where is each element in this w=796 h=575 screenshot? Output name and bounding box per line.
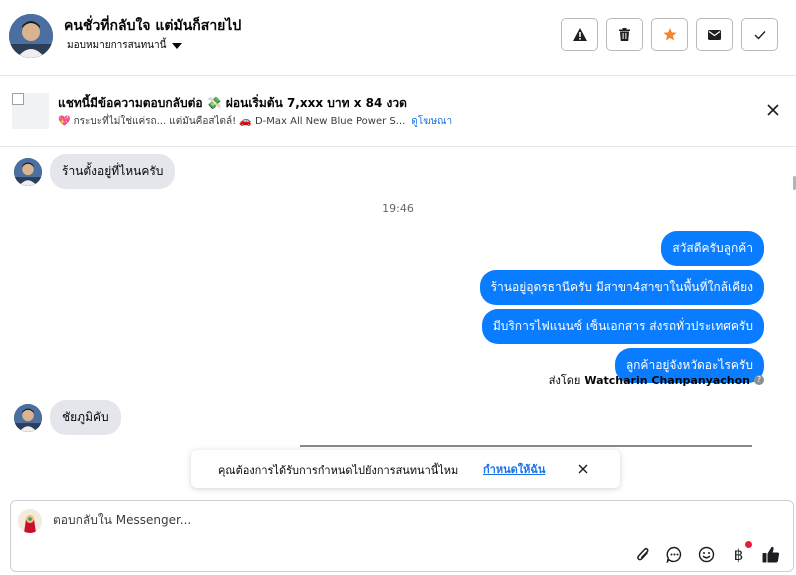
assign-dropdown[interactable]: มอบหมายการสนทนานี้ xyxy=(67,38,183,53)
message-thread: ร้านตั้งอยู่ที่ไหนครับ 19:46 สวัสดีครับล… xyxy=(0,148,796,493)
sent-by-prefix: ส่งโดย xyxy=(548,374,581,387)
ad-thumbnail[interactable] xyxy=(12,93,49,129)
incoming-message-row: ร้านตั้งอยู่ที่ไหนครับ xyxy=(14,154,176,189)
message-timestamp: 19:46 xyxy=(382,202,414,215)
outgoing-message[interactable]: มีบริการไฟแนนซ์ เซ็นเอกสาร ส่งรถทั่วประเ… xyxy=(481,309,764,344)
view-ad-link[interactable]: ดูโฆษณา xyxy=(411,116,452,127)
spam-button[interactable] xyxy=(561,18,598,51)
customer-avatar-small xyxy=(14,157,42,186)
reply-composer: ฿ xyxy=(10,500,794,572)
check-icon xyxy=(754,30,766,40)
ad-subtitle-text: 💖 กระบะที่ไม่ใช่แค่รถ... แต่มันคือสไตล์!… xyxy=(58,116,406,127)
ad-banner: แชทนี้มีข้อความตอบกลับต่อ 💸 ผ่อนเริ่มต้น… xyxy=(0,77,796,147)
attach-icon xyxy=(636,547,648,561)
assign-prompt-toast: คุณต้องการได้รับการกำหนดไปยังการสนทนานี้… xyxy=(191,450,620,488)
close-icon[interactable] xyxy=(577,463,589,475)
ad-title: แชทนี้มีข้อความตอบกลับต่อ 💸 ผ่อนเริ่มต้น… xyxy=(58,96,407,110)
close-icon[interactable] xyxy=(766,103,780,117)
sender-name: Watcharin Chanpanyachon xyxy=(584,373,750,387)
trash-icon xyxy=(619,28,630,41)
star-button[interactable] xyxy=(651,18,688,51)
caret-down-icon xyxy=(172,42,183,49)
delete-button[interactable] xyxy=(606,18,643,51)
mark-done-button[interactable] xyxy=(741,18,778,51)
conversation-title: คนชั่วที่กลับใจ แต่มันก็สายไป xyxy=(64,18,242,34)
outgoing-message[interactable]: สวัสดีครับลูกค้า xyxy=(661,231,764,266)
thumbs-up-icon xyxy=(762,546,779,563)
outgoing-message[interactable]: ร้านอยู่อุดรธานีครับ มีสาขา4สาขาในพื้นที… xyxy=(479,270,764,305)
attach-button[interactable] xyxy=(632,544,653,565)
mark-unread-button[interactable] xyxy=(696,18,733,51)
reply-input[interactable] xyxy=(53,513,613,527)
notification-dot xyxy=(745,541,752,548)
customer-avatar-small xyxy=(14,403,42,432)
incoming-message[interactable]: ชัยภูมิคับ xyxy=(50,400,121,435)
warning-icon xyxy=(572,28,587,41)
outgoing-message-group: สวัสดีครับลูกค้า ร้านอยู่อุดรธานีครับ มี… xyxy=(479,231,764,383)
info-icon[interactable]: ? xyxy=(754,375,764,385)
payment-baht-icon: ฿ xyxy=(733,545,744,564)
envelope-icon xyxy=(708,29,721,40)
thumbs-up-button[interactable] xyxy=(760,544,781,565)
assign-label: มอบหมายการสนทนานี้ xyxy=(67,40,167,51)
emoji-button[interactable] xyxy=(696,544,717,565)
payment-button[interactable]: ฿ xyxy=(728,541,752,565)
assign-to-me-link[interactable]: กำหนดให้ฉัน xyxy=(483,460,545,478)
sent-by-label: ส่งโดย Watcharin Chanpanyachon ? xyxy=(549,371,764,389)
emoji-icon xyxy=(698,546,715,563)
ad-subtitle: 💖 กระบะที่ไม่ใช่แค่รถ... แต่มันคือสไตล์!… xyxy=(58,114,452,129)
toast-message: คุณต้องการได้รับการกำหนดไปยังการสนทนานี้… xyxy=(218,464,459,477)
customer-avatar[interactable] xyxy=(9,14,53,58)
incoming-message[interactable]: ร้านตั้งอยู่ที่ไหนครับ xyxy=(50,154,176,189)
clipped-content-divider xyxy=(300,445,752,447)
conversation-header: คนชั่วที่กลับใจ แต่มันก็สายไป มอบหมายการ… xyxy=(0,0,796,76)
incoming-message-row: ชัยภูมิคับ xyxy=(14,400,121,435)
thread-scrollbar[interactable] xyxy=(792,148,796,448)
page-avatar xyxy=(18,509,42,533)
broken-image-icon xyxy=(12,93,24,105)
star-icon xyxy=(662,28,677,41)
quick-reply-icon xyxy=(666,546,682,563)
quick-reply-button[interactable] xyxy=(664,544,685,565)
